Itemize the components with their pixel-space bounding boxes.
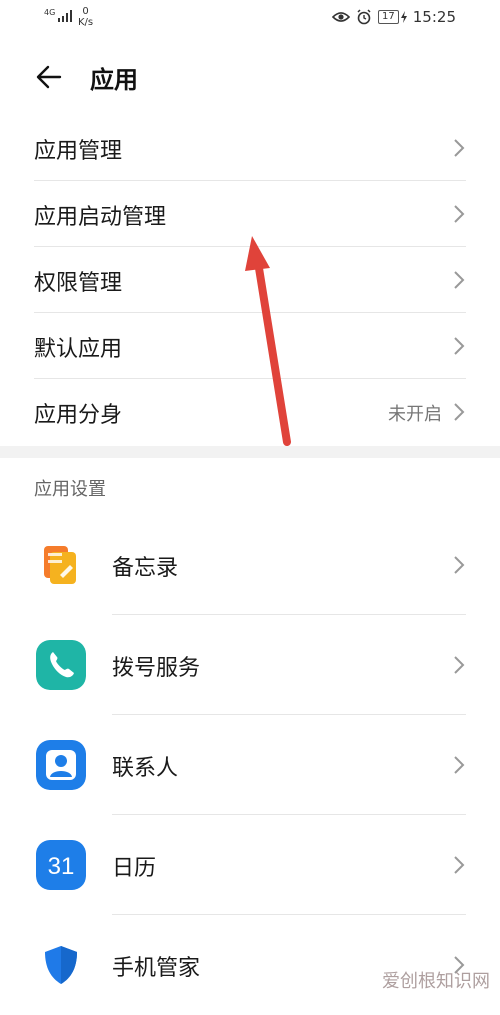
list-item-label: 手机管家 xyxy=(112,956,201,981)
signal-icon xyxy=(58,10,72,22)
charging-icon xyxy=(400,11,407,23)
network-speed: 0 K/s xyxy=(78,6,94,28)
calendar-icon: 31 xyxy=(36,840,86,890)
eye-icon xyxy=(332,12,351,22)
battery-level: 17 xyxy=(378,10,399,24)
app-settings-list: 备忘录 拨号服务 联系人 31 日历 手机管家 xyxy=(0,515,500,1015)
chevron-right-icon xyxy=(454,656,465,674)
menu-item-app-management[interactable]: 应用管理 xyxy=(0,115,500,181)
menu-item-label: 权限管理 xyxy=(34,271,123,296)
chevron-right-icon xyxy=(454,756,465,774)
list-item-label: 日历 xyxy=(112,856,157,881)
notes-icon xyxy=(36,540,86,590)
status-right: 17 15:25 xyxy=(332,8,456,26)
chevron-right-icon xyxy=(454,205,465,223)
menu-item-app-twin[interactable]: 应用分身 未开启 xyxy=(0,379,500,445)
menu-item-label: 应用启动管理 xyxy=(34,205,167,230)
network-type: 4G xyxy=(44,8,56,17)
phone-icon xyxy=(36,640,86,690)
menu-item-label: 应用分身 xyxy=(34,403,123,428)
menu-item-app-launch[interactable]: 应用启动管理 xyxy=(0,181,500,247)
menu-item-permissions[interactable]: 权限管理 xyxy=(0,247,500,313)
section-divider xyxy=(0,446,500,458)
shield-icon xyxy=(36,940,86,990)
chevron-right-icon xyxy=(454,403,465,421)
list-item-label: 联系人 xyxy=(112,756,179,781)
list-item-contacts[interactable]: 联系人 xyxy=(0,715,500,815)
section-title: 应用设置 xyxy=(34,479,106,500)
chevron-right-icon xyxy=(454,556,465,574)
watermark: 爱创根知识网 xyxy=(382,971,490,992)
menu-item-status: 未开启 xyxy=(388,404,442,425)
list-item-calendar[interactable]: 31 日历 xyxy=(0,815,500,915)
menu-list: 应用管理 应用启动管理 权限管理 默认应用 应用分身 未开启 xyxy=(0,115,500,445)
page-header: 应用 xyxy=(0,50,500,106)
page-title: 应用 xyxy=(90,66,138,94)
list-item-notes[interactable]: 备忘录 xyxy=(0,515,500,615)
clock: 15:25 xyxy=(412,8,456,26)
alarm-icon xyxy=(357,9,371,25)
battery-icon: 17 xyxy=(378,10,407,24)
menu-item-default-apps[interactable]: 默认应用 xyxy=(0,313,500,379)
arrow-left-icon[interactable] xyxy=(34,62,64,92)
menu-item-label: 应用管理 xyxy=(34,139,123,164)
list-item-dialer[interactable]: 拨号服务 xyxy=(0,615,500,715)
chevron-right-icon xyxy=(454,139,465,157)
list-item-label: 拨号服务 xyxy=(112,656,201,681)
contacts-icon xyxy=(36,740,86,790)
calendar-icon-text: 31 xyxy=(48,853,75,880)
chevron-right-icon xyxy=(454,856,465,874)
list-item-phone-manager[interactable]: 手机管家 xyxy=(0,915,500,1015)
chevron-right-icon xyxy=(454,337,465,355)
menu-item-label: 默认应用 xyxy=(34,337,123,362)
status-bar: 4G 0 K/s 17 15:25 xyxy=(0,0,500,40)
chevron-right-icon xyxy=(454,271,465,289)
list-item-label: 备忘录 xyxy=(112,556,179,581)
